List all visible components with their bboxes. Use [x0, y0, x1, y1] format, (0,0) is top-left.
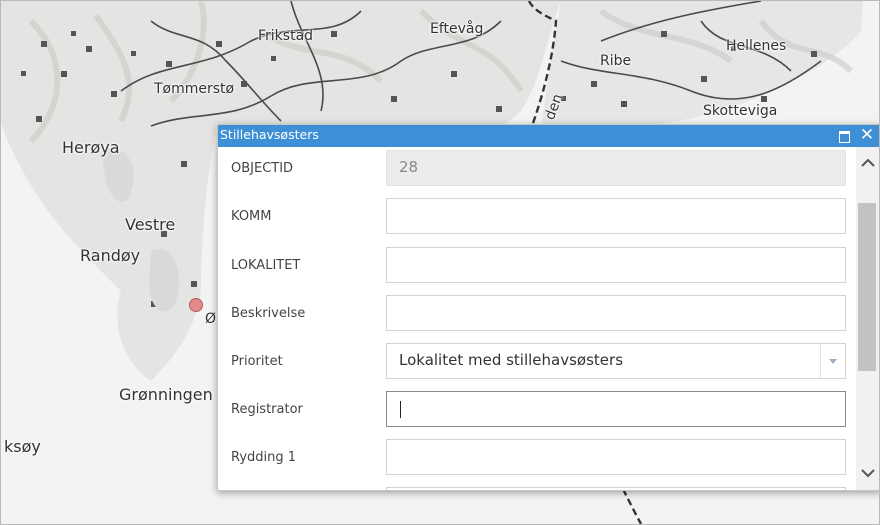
beskrivelse-field[interactable] — [386, 295, 846, 331]
rydding-1-field[interactable] — [386, 439, 846, 475]
close-icon[interactable]: ✕ — [858, 126, 876, 145]
text-caret — [400, 401, 401, 418]
field-label: Prioritet — [231, 354, 283, 369]
form-row-rydding-1: Rydding 1 — [218, 436, 852, 484]
form-row-komm: KOMM — [218, 195, 852, 243]
place-label: ksøy — [4, 437, 41, 456]
form-row-next — [218, 484, 852, 490]
field-label: KOMM — [231, 209, 272, 224]
place-label: Grønningen — [119, 385, 213, 404]
form-row-lokalitet: LOKALITET — [218, 244, 852, 292]
popup-titlebar[interactable]: Stillehavsøsters ✕ — [218, 125, 879, 147]
map-frame: Frikstad Eftevåg Hellenes Ribe Tømmerstø… — [0, 0, 880, 525]
field-label: OBJECTID — [231, 161, 294, 176]
objectid-field: 28 — [386, 150, 846, 186]
form-row-prioritet: Prioritet Lokalitet med stillehavsøsters — [218, 340, 852, 388]
scrollbar-thumb[interactable] — [858, 203, 876, 371]
place-label: Randøy — [80, 246, 141, 265]
map-marker[interactable] — [189, 298, 203, 312]
prioritet-select[interactable]: Lokalitet med stillehavsøsters — [386, 343, 846, 379]
place-label: Skotteviga — [703, 103, 778, 119]
form-scrollbar[interactable] — [856, 147, 879, 490]
place-label: Ribe — [600, 53, 632, 69]
attribute-form: OBJECTID 28 KOMM LOKALITET Beskrivelse P… — [218, 147, 852, 490]
popup-title: Stillehavsøsters — [220, 127, 319, 142]
place-label: Tømmerstø — [154, 81, 235, 97]
lokalitet-field[interactable] — [386, 247, 846, 283]
place-label: Herøya — [62, 138, 120, 157]
scroll-down-icon[interactable] — [860, 465, 876, 481]
form-row-objectid: OBJECTID 28 — [218, 147, 852, 195]
maximize-icon[interactable] — [838, 129, 851, 143]
form-row-registrator: Registrator — [218, 388, 852, 436]
place-label: Ø — [205, 311, 217, 327]
field-label: Beskrivelse — [231, 306, 306, 321]
place-label: Vestre — [125, 215, 176, 234]
place-label: Hellenes — [726, 38, 787, 54]
field-label: LOKALITET — [231, 258, 301, 273]
scroll-up-icon[interactable] — [860, 155, 876, 171]
registrator-field[interactable] — [386, 391, 846, 427]
next-field[interactable] — [386, 487, 846, 490]
field-label: Rydding 1 — [231, 450, 297, 465]
place-label: Eftevåg — [430, 21, 484, 37]
dropdown-arrow-icon[interactable] — [820, 344, 845, 378]
prioritet-selected-value: Lokalitet med stillehavsøsters — [399, 351, 624, 369]
place-label: Frikstad — [258, 28, 314, 44]
field-label: Registrator — [231, 402, 303, 417]
attribute-popup: Stillehavsøsters ✕ OBJECTID 28 KOMM LOKA… — [217, 124, 879, 491]
komm-field[interactable] — [386, 198, 846, 234]
form-row-beskrivelse: Beskrivelse — [218, 292, 852, 340]
